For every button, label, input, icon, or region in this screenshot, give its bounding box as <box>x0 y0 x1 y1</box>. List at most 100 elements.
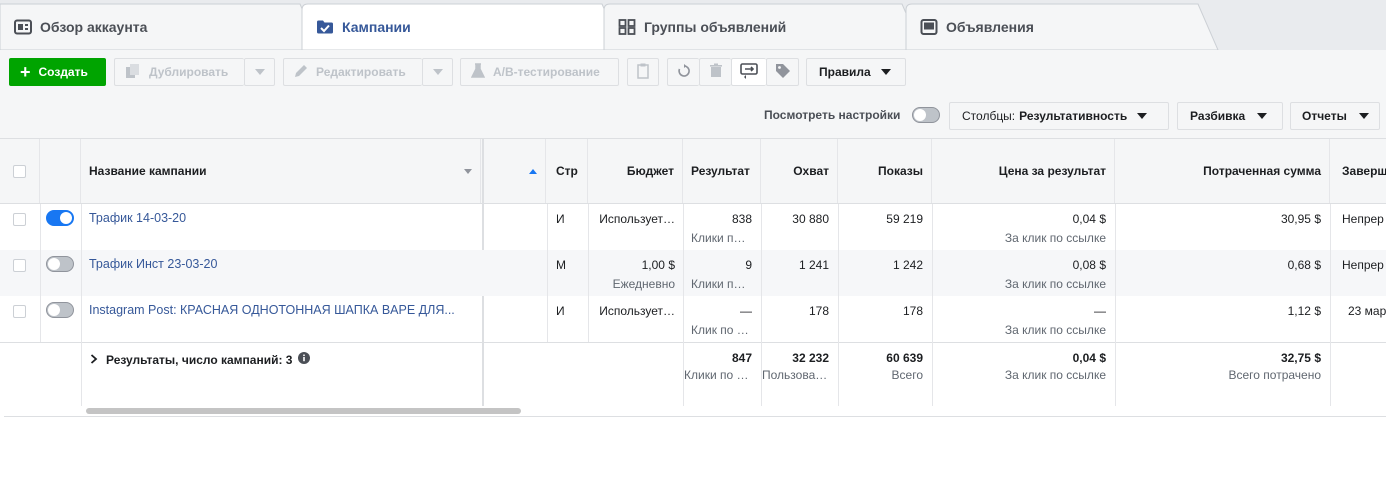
chevron-down-icon <box>1137 113 1148 119</box>
summary-row: Результаты, число кампаний: 3 847 Клики … <box>0 342 1386 406</box>
breakdown-button[interactable]: Разбивка <box>1177 102 1283 130</box>
impressions-cell: 59 219 <box>886 212 923 226</box>
duplicate-dropdown[interactable] <box>244 58 275 86</box>
chevron-down-icon <box>432 69 443 75</box>
spent-cell: 30,95 $ <box>1280 212 1321 226</box>
tab-ad-sets[interactable]: Группы объявлений <box>604 4 904 50</box>
view-settings-toggle[interactable] <box>912 107 940 123</box>
tab-account-overview[interactable]: Обзор аккаунта <box>0 4 300 50</box>
cost-sub-cell: За клик по ссылке <box>1004 323 1106 337</box>
row-checkbox[interactable] <box>13 305 26 318</box>
results-sub-cell: Клик по … <box>691 323 749 337</box>
header-results[interactable]: Результат <box>683 139 761 203</box>
cost-sub-cell: За клик по ссылке <box>1004 277 1106 291</box>
table-bottom-border <box>4 416 1386 417</box>
refresh-button[interactable] <box>667 58 699 86</box>
header-ends[interactable]: Заверш <box>1330 139 1386 203</box>
chevron-right-icon[interactable] <box>90 353 98 367</box>
tag-icon <box>775 63 791 82</box>
impressions-cell: 178 <box>902 304 923 318</box>
ads-monitor-icon <box>920 19 938 35</box>
summary-reach: 32 232 <box>792 351 829 365</box>
budget-sub-cell: Ежедневно <box>612 277 675 291</box>
reports-button[interactable]: Отчеты <box>1290 102 1380 130</box>
create-button[interactable]: + Создать <box>9 58 106 86</box>
summary-spent-sub: Всего потрачено <box>1228 368 1321 382</box>
table-row[interactable]: Instagram Post: КРАСНАЯ ОДНОТОННАЯ ШАПКА… <box>0 296 1386 342</box>
cost-cell: — <box>1094 304 1106 318</box>
row-checkbox[interactable] <box>13 213 26 226</box>
header-select-cell <box>0 139 40 203</box>
columns-button[interactable]: Столбцы: Результативность <box>949 102 1169 130</box>
sort-up-icon[interactable] <box>529 168 537 174</box>
budget-cell: Использует… <box>599 304 675 318</box>
col-divider <box>1115 204 1116 406</box>
header-impressions[interactable]: Показы <box>838 139 932 203</box>
header-cost-per-result[interactable]: Цена за результат <box>932 139 1115 203</box>
sort-down-icon[interactable] <box>464 168 472 174</box>
summary-spent: 32,75 $ <box>1280 351 1321 365</box>
edit-button[interactable]: Редактировать <box>283 58 422 86</box>
row-checkbox[interactable] <box>13 259 26 272</box>
ab-test-button[interactable]: A/B-тестирование <box>460 58 619 86</box>
header-budget[interactable]: Бюджет <box>588 139 683 203</box>
results-cell: 9 <box>745 258 752 272</box>
plus-icon: + <box>20 62 31 82</box>
summary-cost-sub: За клик по ссылке <box>1004 368 1106 382</box>
campaigns-table: Название кампании Стр Бюджет Результат О… <box>0 138 1386 406</box>
tab-label: Группы объявлений <box>644 19 787 35</box>
campaign-name-link[interactable]: Instagram Post: КРАСНАЯ ОДНОТОННАЯ ШАПКА… <box>89 303 474 317</box>
delete-button[interactable] <box>699 58 731 86</box>
header-sort-column[interactable] <box>484 139 546 203</box>
tag-button[interactable] <box>766 58 799 86</box>
clipboard-icon <box>637 63 649 82</box>
col-divider <box>40 204 41 342</box>
ends-cell: Непрер <box>1342 212 1384 226</box>
col-divider <box>1330 204 1331 406</box>
info-icon[interactable] <box>298 352 311 367</box>
table-row[interactable]: Трафик 14-03-20 И Использует… 838 Клики … <box>0 204 1386 250</box>
duplicate-button[interactable]: Дублировать <box>114 58 244 86</box>
clipboard-button[interactable] <box>627 58 659 86</box>
ends-cell: 23 мар <box>1348 304 1386 318</box>
delivery-cell: И <box>556 212 565 226</box>
tab-campaigns[interactable]: Кампании <box>302 4 602 50</box>
col-divider <box>547 204 548 342</box>
flask-icon <box>470 62 486 82</box>
header-campaign-name[interactable]: Название кампании <box>81 139 481 203</box>
cost-sub-cell: За клик по ссылке <box>1004 231 1106 245</box>
table-header: Название кампании Стр Бюджет Результат О… <box>0 139 1386 204</box>
budget-cell: 1,00 $ <box>641 258 675 272</box>
horizontal-scrollbar[interactable] <box>86 408 521 414</box>
budget-cell: Использует… <box>599 212 675 226</box>
delivery-cell: М <box>556 258 566 272</box>
campaign-toggle[interactable] <box>46 256 74 272</box>
summary-expand[interactable]: Результаты, число кампаний: 3 <box>90 352 311 367</box>
results-cell: — <box>740 304 752 318</box>
chevron-down-icon <box>880 69 891 75</box>
tab-label: Кампании <box>342 19 411 35</box>
edit-dropdown[interactable] <box>422 58 453 86</box>
select-all-checkbox[interactable] <box>13 164 26 178</box>
col-divider <box>838 204 839 406</box>
results-cell: 838 <box>731 212 752 226</box>
header-delivery[interactable]: Стр <box>547 139 588 203</box>
tab-label: Объявления <box>946 19 1034 35</box>
swap-arrows-icon <box>740 62 758 82</box>
rules-button[interactable]: Правила <box>806 58 906 86</box>
campaign-toggle[interactable] <box>46 210 74 226</box>
header-reach[interactable]: Охват <box>761 139 838 203</box>
table-row[interactable]: Трафик Инст 23-03-20 М 1,00 $ Ежедневно … <box>0 250 1386 296</box>
toggle-knob <box>60 212 72 224</box>
ad-sets-grid-icon <box>618 19 636 35</box>
tab-ads[interactable]: Объявления <box>906 4 1206 50</box>
col-divider <box>761 204 762 406</box>
campaign-folder-icon <box>316 19 334 35</box>
campaign-name-link[interactable]: Трафик 14-03-20 <box>89 211 474 225</box>
header-amount-spent[interactable]: Потраченная сумма <box>1115 139 1330 203</box>
duplicate-icon <box>125 63 141 82</box>
compare-button[interactable] <box>731 58 766 86</box>
campaign-name-link[interactable]: Трафик Инст 23-03-20 <box>89 257 474 271</box>
campaign-toggle[interactable] <box>46 302 74 318</box>
summary-cost: 0,04 $ <box>1072 351 1106 365</box>
